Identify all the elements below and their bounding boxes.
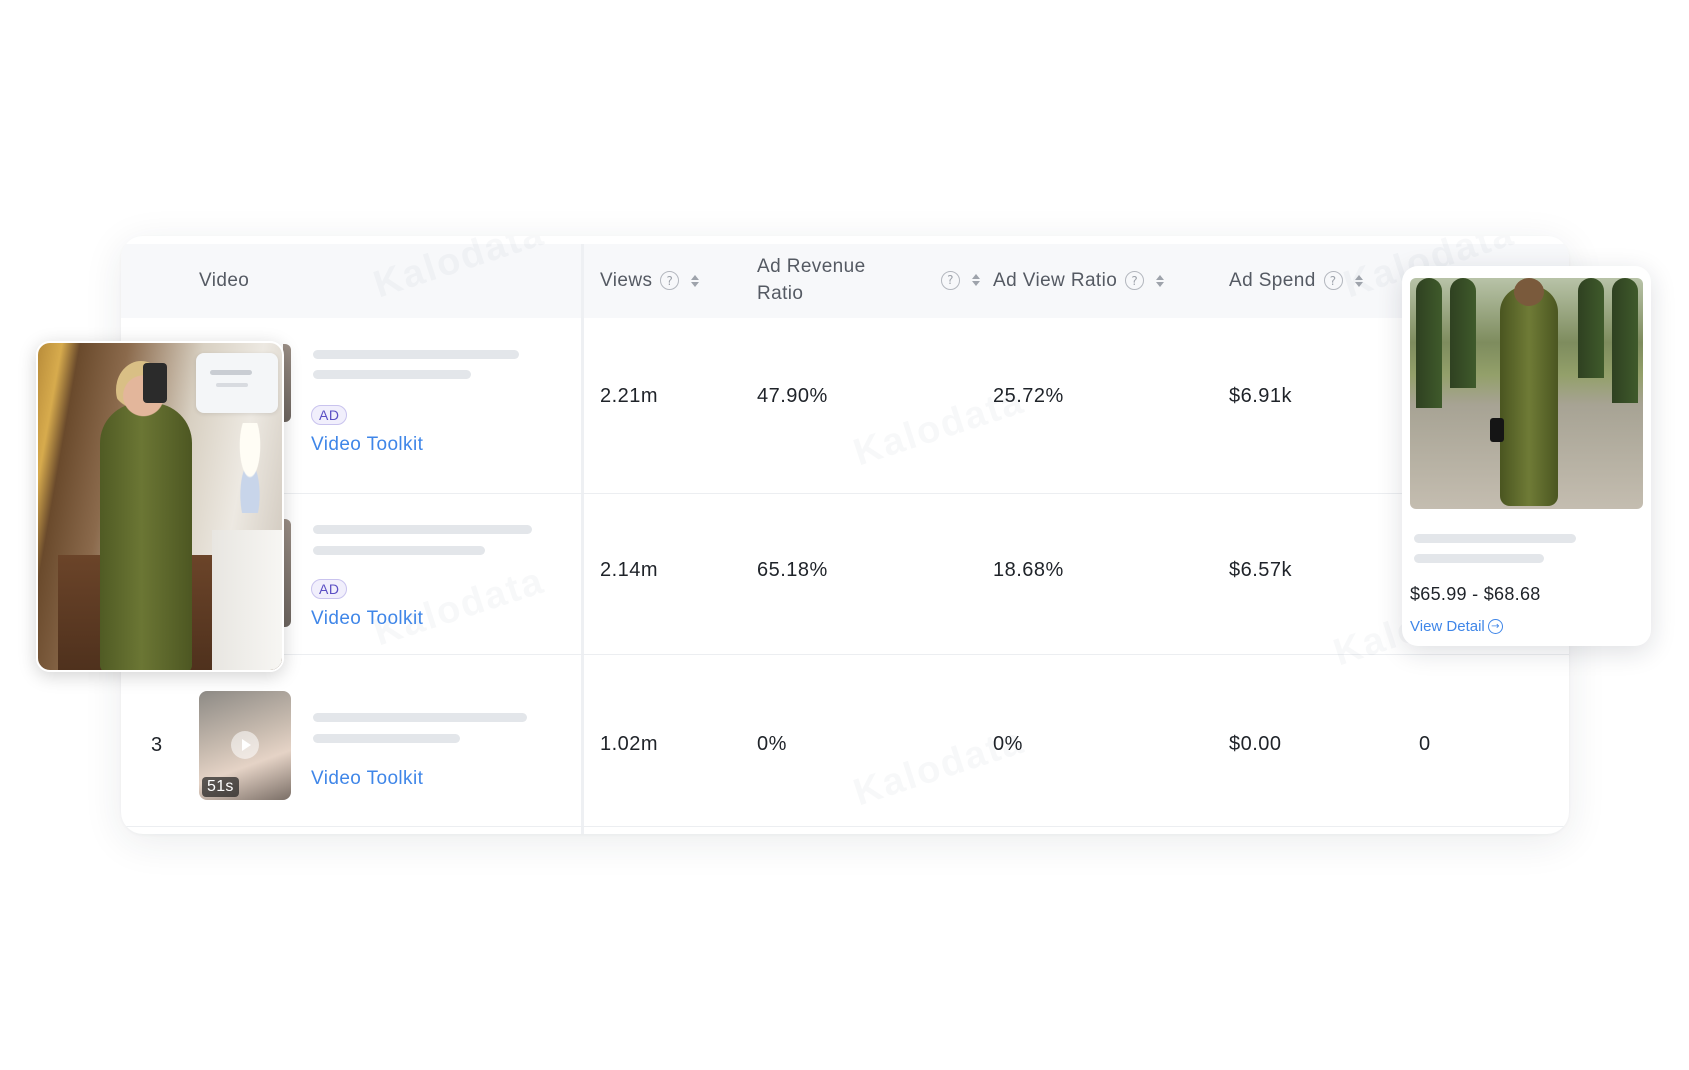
header-controls: ? <box>941 270 980 290</box>
column-divider <box>581 244 584 834</box>
subtitle-placeholder <box>313 734 460 743</box>
video-thumbnail[interactable]: 51s <box>199 691 291 800</box>
preview-image <box>143 363 167 403</box>
column-header-ad-view-ratio[interactable]: Ad View Ratio ? <box>993 267 1165 294</box>
preview-image <box>212 530 282 670</box>
product-card[interactable]: $65.99 - $68.68 View Detail → <box>1402 266 1651 646</box>
video-toolkit-link[interactable]: Video Toolkit <box>311 608 423 630</box>
views-value: 1.02m <box>600 733 659 755</box>
column-header-label: Ad View Ratio <box>993 270 1118 291</box>
ad-spend-value: $0.00 <box>1229 733 1282 755</box>
title-placeholder <box>313 525 532 534</box>
preview-image <box>228 423 272 513</box>
product-image-detail <box>1500 286 1558 506</box>
help-icon[interactable]: ? <box>660 271 680 290</box>
sort-icon[interactable] <box>1156 274 1165 287</box>
video-thumbnail[interactable] <box>283 344 291 422</box>
preview-overlay-card <box>196 353 278 413</box>
column-header-views[interactable]: Views ? <box>600 267 700 294</box>
product-title-placeholder <box>1414 534 1576 543</box>
product-price: $65.99 - $68.68 <box>1410 584 1541 604</box>
column-header-video: Video <box>199 267 249 294</box>
product-subtitle-placeholder <box>1414 554 1544 563</box>
product-image-detail <box>1612 278 1638 403</box>
product-image-detail <box>1514 278 1544 306</box>
title-placeholder <box>313 350 519 359</box>
product-image[interactable] <box>1410 278 1643 509</box>
ad-view-ratio-value: 18.68% <box>993 559 1064 581</box>
help-icon[interactable]: ? <box>941 270 960 290</box>
video-duration: 51s <box>202 777 239 797</box>
overlay-placeholder <box>210 370 252 375</box>
help-icon[interactable]: ? <box>1125 271 1145 290</box>
sort-icon[interactable] <box>691 274 700 287</box>
extra-column-value: 0 <box>1419 733 1431 755</box>
row-separator <box>121 826 1569 827</box>
product-image-detail <box>1450 278 1476 388</box>
product-image-detail <box>1490 418 1504 442</box>
column-header-ad-spend[interactable]: Ad Spend ? <box>1229 267 1363 294</box>
ad-revenue-ratio-value: 65.18% <box>757 559 828 581</box>
views-value: 2.21m <box>600 385 659 407</box>
video-thumbnail[interactable] <box>283 519 291 627</box>
title-placeholder <box>313 713 527 722</box>
play-icon[interactable] <box>231 731 259 759</box>
ad-badge: AD <box>311 405 348 425</box>
view-detail-link[interactable]: View Detail → <box>1410 618 1503 635</box>
column-header-label-line: Ad Revenue <box>757 256 866 277</box>
view-detail-label: View Detail <box>1410 618 1485 635</box>
video-toolkit-link[interactable]: Video Toolkit <box>311 768 423 790</box>
video-preview-popup[interactable] <box>36 341 284 672</box>
product-image-detail <box>1578 278 1604 378</box>
arrow-right-circle-icon: → <box>1487 619 1503 634</box>
rank-number: 3 <box>151 734 163 756</box>
views-value: 2.14m <box>600 559 659 581</box>
column-header-label: Ad Revenue Ratio <box>757 253 866 307</box>
ad-spend-value: $6.57k <box>1229 559 1293 581</box>
column-header-label: Video <box>199 270 250 291</box>
ad-spend-value: $6.91k <box>1229 385 1293 407</box>
subtitle-placeholder <box>313 546 485 555</box>
ad-view-ratio-value: 25.72% <box>993 385 1064 407</box>
row-separator <box>121 493 1569 494</box>
preview-image <box>100 403 192 670</box>
ad-view-ratio-value: 0% <box>993 733 1023 755</box>
column-header-label-line: Ratio <box>757 283 804 304</box>
video-toolkit-link[interactable]: Video Toolkit <box>311 434 423 456</box>
column-header-ad-revenue-ratio[interactable]: Ad Revenue Ratio ? <box>757 253 980 307</box>
column-header-label: Ad Spend <box>1229 270 1316 291</box>
ad-badge: AD <box>311 579 348 599</box>
help-icon[interactable]: ? <box>1323 271 1343 290</box>
video-table-card: Kalodata Kalodata Kalodata Kalodata Kalo… <box>121 236 1569 834</box>
subtitle-placeholder <box>313 370 471 379</box>
ad-revenue-ratio-value: 47.90% <box>757 385 828 407</box>
product-image-detail <box>1416 278 1442 408</box>
overlay-placeholder <box>216 383 248 387</box>
sort-icon[interactable] <box>1354 274 1363 287</box>
sort-icon[interactable] <box>972 274 980 286</box>
column-header-label: Views <box>600 270 653 291</box>
ad-revenue-ratio-value: 0% <box>757 733 787 755</box>
